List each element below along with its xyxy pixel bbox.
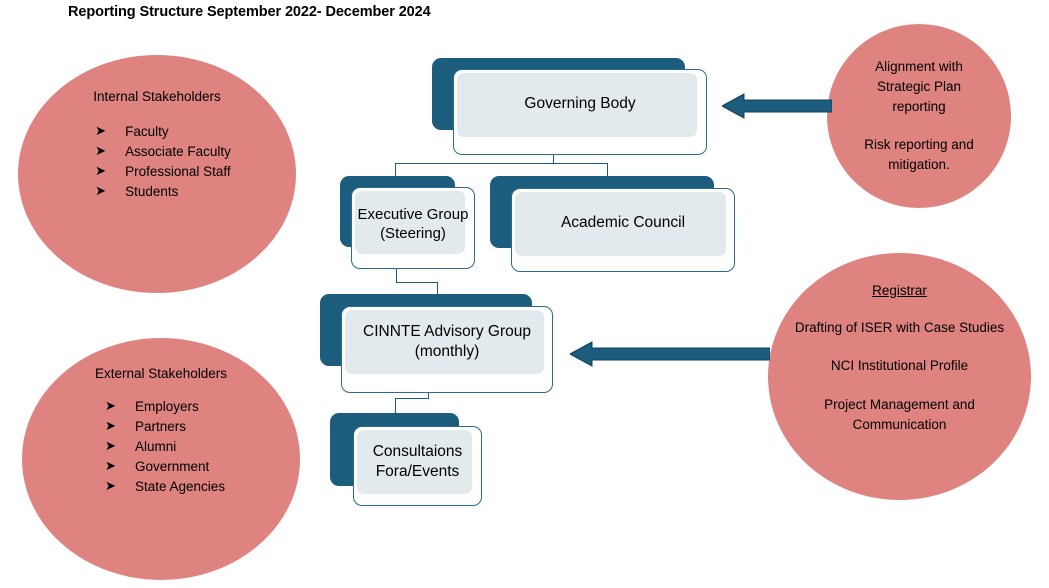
academic-council-box[interactable]: Academic Council	[490, 176, 735, 272]
arrow-bullet-icon: ➤	[95, 182, 106, 198]
connector-executive-to-cinnte-h	[396, 282, 438, 284]
arrow-bullet-icon: ➤	[104, 437, 116, 453]
list-item: ➤ Partners	[105, 417, 225, 437]
registrar-paragraph-1: Drafting of ISER with Case Studies	[794, 320, 1005, 336]
registrar-circle: Registrar Drafting of ISER with Case Stu…	[768, 253, 1031, 500]
registrar-title: Registrar	[872, 283, 927, 298]
connector-cinnte-to-consult-h	[395, 398, 429, 400]
list-item-label: Government	[134, 458, 210, 474]
connector-consult-entry	[395, 398, 397, 414]
list-item: ➤ Faculty	[95, 122, 231, 142]
external-stakeholders-list: ➤ Employers ➤ Partners ➤ Alumni ➤ Govern…	[105, 397, 225, 496]
external-stakeholders-circle: External Stakeholders ➤ Employers ➤ Part…	[22, 338, 300, 580]
arrow-bullet-icon: ➤	[95, 162, 106, 178]
arrow-alignment-to-governing	[722, 92, 832, 120]
alignment-paragraph-1: Alignment with Strategic Plan reporting	[875, 58, 963, 115]
executive-group-box[interactable]: Executive Group (Steering)	[340, 176, 475, 269]
consultations-fora-events-box[interactable]: Consultaions Fora/Events	[330, 413, 482, 506]
list-item-label: Alumni	[134, 438, 177, 454]
internal-stakeholders-list: ➤ Faculty ➤ Associate Faculty ➤ Professi…	[95, 122, 231, 201]
box-fill	[345, 310, 544, 374]
list-item: ➤ Employers	[105, 397, 225, 417]
list-item: ➤ State Agencies	[105, 477, 225, 497]
arrow-bullet-icon: ➤	[104, 398, 116, 414]
registrar-paragraph-3: Project Management and Communication	[824, 396, 975, 432]
connector-to-academic	[607, 163, 609, 177]
list-item-label: Partners	[134, 419, 186, 435]
page-title: Reporting Structure September 2022- Dece…	[68, 4, 431, 20]
alignment-strategic-plan-circle: Alignment with Strategic Plan reporting …	[827, 24, 1011, 208]
internal-stakeholders-title: Internal Stakeholders	[93, 89, 221, 104]
left-block-arrow-icon	[722, 93, 832, 119]
box-fill	[515, 192, 726, 256]
governing-body-box[interactable]: Governing Body	[432, 58, 707, 155]
left-block-arrow-icon	[570, 341, 770, 367]
list-item-label: Associate Faculty	[125, 144, 231, 160]
connector-governing-spine	[395, 163, 608, 165]
arrow-bullet-icon: ➤	[104, 477, 116, 493]
arrow-bullet-icon: ➤	[104, 457, 116, 473]
box-fill	[357, 430, 472, 494]
list-item: ➤ Students	[95, 182, 231, 202]
list-item-label: State Agencies	[134, 478, 226, 494]
alignment-paragraph-2: Risk reporting and mitigation.	[864, 136, 974, 172]
list-item-label: Employers	[134, 399, 199, 415]
arrow-bullet-icon: ➤	[95, 123, 106, 139]
list-item-label: Faculty	[125, 124, 169, 140]
box-fill	[457, 73, 697, 137]
list-item-label: Professional Staff	[125, 163, 231, 179]
list-item: ➤ Associate Faculty	[95, 142, 231, 162]
list-item: ➤ Alumni	[105, 437, 225, 457]
registrar-paragraph-2: NCI Institutional Profile	[830, 358, 969, 374]
box-fill	[355, 191, 465, 254]
arrow-bullet-icon: ➤	[104, 418, 116, 434]
diagram-canvas: Reporting Structure September 2022- Dece…	[0, 0, 1049, 588]
arrow-registrar-to-cinnte	[570, 340, 770, 368]
list-item: ➤ Government	[105, 457, 225, 477]
internal-stakeholders-circle: Internal Stakeholders ➤ Faculty ➤ Associ…	[18, 55, 296, 293]
cinnte-advisory-group-box[interactable]: CINNTE Advisory Group (monthly)	[320, 294, 553, 393]
list-item: ➤ Professional Staff	[95, 162, 231, 182]
connector-to-executive	[395, 163, 397, 177]
external-stakeholders-title: External Stakeholders	[94, 366, 228, 381]
arrow-bullet-icon: ➤	[95, 143, 106, 159]
list-item-label: Students	[125, 183, 179, 199]
